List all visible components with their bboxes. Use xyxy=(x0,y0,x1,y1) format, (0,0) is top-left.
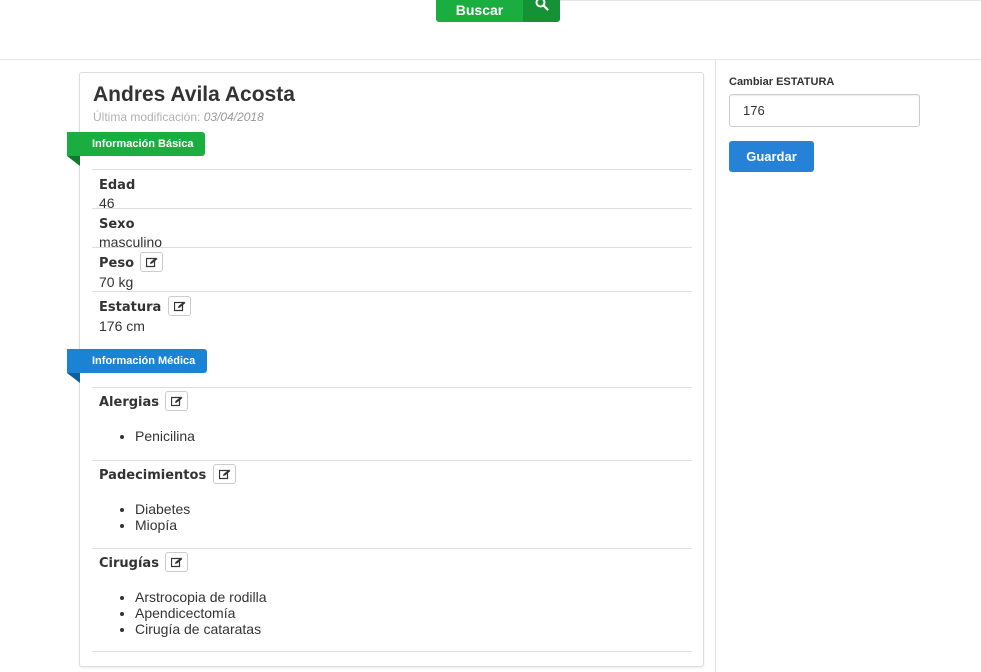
patient-panel: Andres Avila Acosta Última modificación:… xyxy=(67,72,704,667)
field-row-conditions: Padecimientos Diabetes Miopía xyxy=(92,460,692,548)
edit-icon xyxy=(171,557,183,568)
list-item: Diabetes xyxy=(135,501,692,517)
edit-icon xyxy=(146,257,158,268)
top-divider xyxy=(560,0,981,1)
last-modified-date: 03/04/2018 xyxy=(203,110,264,124)
field-label-conditions: Padecimientos xyxy=(99,468,207,484)
edit-icon xyxy=(218,469,231,480)
height-input[interactable] xyxy=(729,94,920,127)
field-row-height: Estatura 176 cm xyxy=(92,291,692,335)
list-item: Cirugía de cataratas xyxy=(135,621,692,637)
field-row-sex: Sexo masculino xyxy=(92,208,692,250)
section-medical-info-title: Información Médica xyxy=(92,355,196,367)
field-label-height: Estatura xyxy=(99,300,162,316)
edit-allergies-button[interactable] xyxy=(165,391,189,411)
field-row-age: Edad 46 xyxy=(92,169,692,211)
allergies-list: Penicilina xyxy=(135,428,692,444)
field-value-height: 176 cm xyxy=(99,318,145,334)
edit-weight-button[interactable] xyxy=(140,252,164,272)
edit-surgeries-button[interactable] xyxy=(165,552,189,572)
search-button[interactable]: Buscar xyxy=(436,0,523,22)
search-icon-button[interactable] xyxy=(523,0,560,22)
field-label-surgeries: Cirugías xyxy=(99,556,159,572)
search-icon xyxy=(535,0,549,11)
field-row-allergies: Alergias Penicilina xyxy=(92,387,692,460)
field-label-allergies: Alergias xyxy=(99,395,160,411)
edit-icon xyxy=(171,396,183,407)
edit-height-button[interactable] xyxy=(167,296,191,316)
list-item: Penicilina xyxy=(135,428,692,444)
list-item: Apendicectomía xyxy=(135,605,692,621)
last-modified: Última modificación: 03/04/2018 xyxy=(93,110,264,124)
conditions-list: Diabetes Miopía xyxy=(135,501,692,533)
height-field-label: Cambiar ESTATURA xyxy=(729,76,835,88)
list-item: Miopía xyxy=(135,517,692,533)
field-label-age: Edad xyxy=(99,178,136,193)
last-modified-label: Última modificación: xyxy=(93,110,201,124)
field-value-weight: 70 kg xyxy=(99,274,134,290)
edit-conditions-button[interactable] xyxy=(212,464,236,484)
edit-icon xyxy=(173,301,186,312)
save-button[interactable]: Guardar xyxy=(729,141,814,172)
edit-sidebar: Cambiar ESTATURA Guardar xyxy=(715,60,981,672)
field-row-weight: Peso 70 kg xyxy=(92,247,692,291)
section-basic-info-title: Información Básica xyxy=(92,138,194,150)
list-item: Arstrocopia de rodilla xyxy=(135,589,692,605)
patient-name: Andres Avila Acosta xyxy=(93,83,295,106)
top-bar: Buscar xyxy=(0,0,981,60)
field-row-surgeries: Cirugías Arstrocopia de rodilla Apendice… xyxy=(92,548,692,652)
section-basic-info: Información Básica xyxy=(67,132,206,166)
section-medical-info: Información Médica xyxy=(67,349,208,383)
surgeries-list: Arstrocopia de rodilla Apendicectomía Ci… xyxy=(135,589,692,637)
field-label-sex: Sexo xyxy=(99,217,135,232)
field-label-weight: Peso xyxy=(99,256,135,272)
